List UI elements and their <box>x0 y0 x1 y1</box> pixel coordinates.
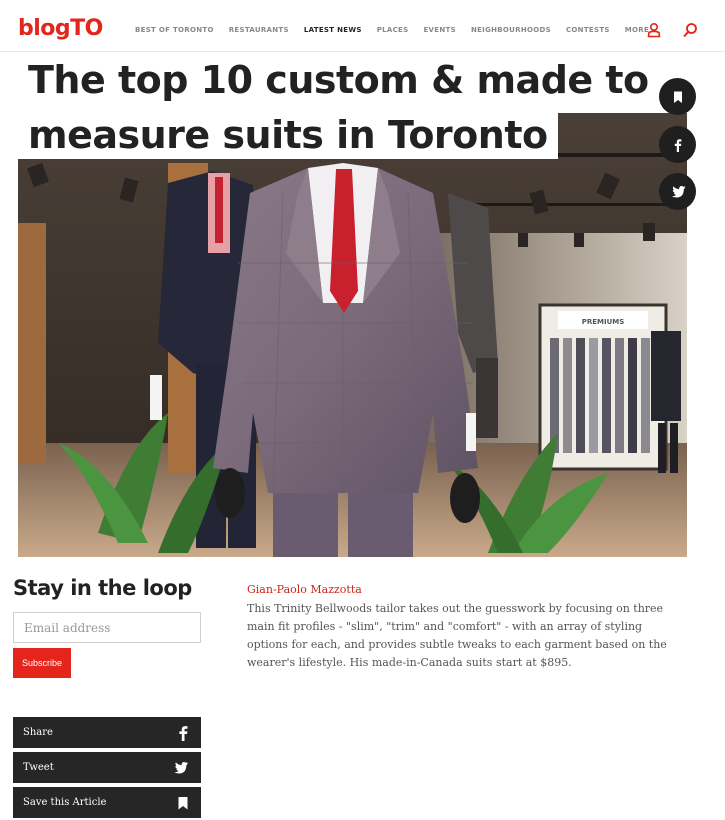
bookmark-button[interactable] <box>659 78 696 115</box>
share-button[interactable]: Share <box>13 717 201 748</box>
site-header: blogTO BEST OF TORONTO RESTAURANTS LATES… <box>0 0 725 52</box>
email-field[interactable] <box>13 612 201 643</box>
facebook-icon <box>674 138 681 152</box>
nav-item-events[interactable]: EVENTS <box>423 26 455 34</box>
hero-image: PREMIUMS <box>18 113 687 557</box>
share-label: Share <box>23 727 53 738</box>
tweet-button[interactable]: Tweet <box>13 752 201 783</box>
store-sign-text: PREMIUMS <box>582 318 625 326</box>
twitter-share-button[interactable] <box>659 173 696 210</box>
save-article-label: Save this Article <box>23 797 107 808</box>
author-link[interactable]: Gian-Paolo Mazzotta <box>247 583 362 596</box>
twitter-icon <box>174 761 188 773</box>
bookmark-icon <box>178 796 188 809</box>
tweet-label: Tweet <box>23 762 54 773</box>
newsletter-title: Stay in the loop <box>13 576 192 600</box>
article-title-line-2: measure suits in Toronto <box>18 111 558 159</box>
nav-item-places[interactable]: PLACES <box>377 26 409 34</box>
nav-item-neighbourhoods[interactable]: NEIGHBOURHOODS <box>471 26 551 34</box>
bookmark-icon <box>673 91 682 103</box>
save-article-button[interactable]: Save this Article <box>13 787 201 818</box>
nav-item-latest-news[interactable]: LATEST NEWS <box>304 26 362 34</box>
nav-item-contests[interactable]: CONTESTS <box>566 26 610 34</box>
article-body: This Trinity Bellwoods tailor takes out … <box>247 602 667 669</box>
twitter-icon <box>671 185 685 197</box>
facebook-share-button[interactable] <box>659 126 696 163</box>
search-icon[interactable] <box>682 22 698 38</box>
article-title-line-1: The top 10 custom & made to <box>18 56 659 104</box>
main-nav: BEST OF TORONTO RESTAURANTS LATEST NEWS … <box>135 26 664 34</box>
subscribe-button[interactable]: Subscribe <box>13 648 71 678</box>
nav-item-restaurants[interactable]: RESTAURANTS <box>229 26 289 34</box>
user-icon[interactable] <box>646 22 662 38</box>
facebook-icon <box>179 725 188 741</box>
site-logo[interactable]: blogTO <box>18 16 103 41</box>
nav-item-best-of-toronto[interactable]: BEST OF TORONTO <box>135 26 214 34</box>
